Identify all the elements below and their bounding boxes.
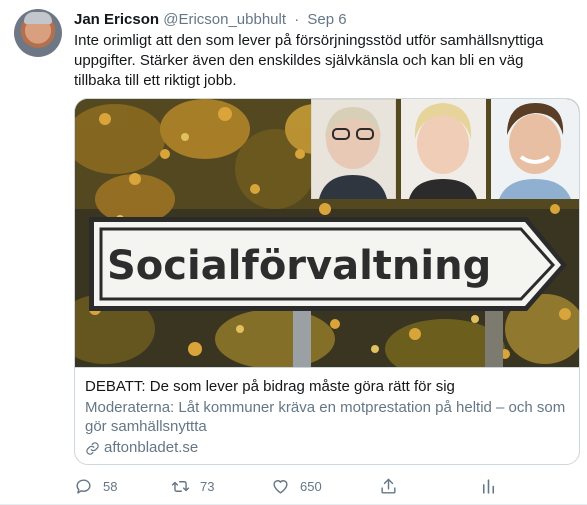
share-button[interactable] (379, 474, 398, 498)
author-name[interactable]: Jan Ericson (74, 11, 159, 28)
card-description: Moderaterna: Låt kommuner kräva en motpr… (85, 399, 566, 435)
tweet-date[interactable]: Sep 6 (307, 11, 346, 28)
retweet-icon (171, 480, 190, 492)
share-icon (381, 478, 396, 494)
tweet-header: Jan Ericson @Ericson_ubbhult · Sep 6 (74, 10, 347, 30)
card-image-illustration: Socialförvaltning (75, 99, 579, 367)
card-image[interactable]: Socialförvaltning (75, 99, 579, 367)
analytics-button[interactable] (479, 474, 498, 498)
card-text[interactable]: DEBATT: De som lever på bidrag måste gör… (75, 367, 579, 464)
card-domain: aftonbladet.se (85, 438, 198, 458)
reply-icon (76, 478, 91, 494)
like-count: 650 (300, 478, 322, 494)
author-handle[interactable]: @Ericson_ubbhult (163, 11, 286, 28)
card-domain-text: aftonbladet.se (104, 439, 199, 456)
reply-count: 58 (103, 478, 118, 494)
header-separator: · (294, 11, 300, 28)
reply-button[interactable]: 58 (74, 474, 117, 498)
card-title: DEBATT: De som lever på bidrag måste gör… (85, 378, 455, 395)
action-bar: 58 73 650 (74, 474, 514, 498)
like-icon (273, 479, 288, 494)
like-button[interactable]: 650 (271, 474, 322, 498)
link-card[interactable]: Socialförvaltning DEBATT: De som lever p… (74, 98, 580, 465)
sign-text: Socialförvaltning (107, 243, 491, 289)
link-icon (86, 441, 99, 455)
retweet-button[interactable]: 73 (171, 474, 214, 498)
tweet[interactable]: Jan Ericson @Ericson_ubbhult · Sep 6 Int… (0, 0, 587, 505)
retweet-count: 73 (200, 478, 215, 494)
tweet-text: Inte orimligt att den som lever på försö… (74, 32, 544, 89)
analytics-icon (482, 478, 495, 494)
avatar[interactable] (14, 9, 62, 57)
